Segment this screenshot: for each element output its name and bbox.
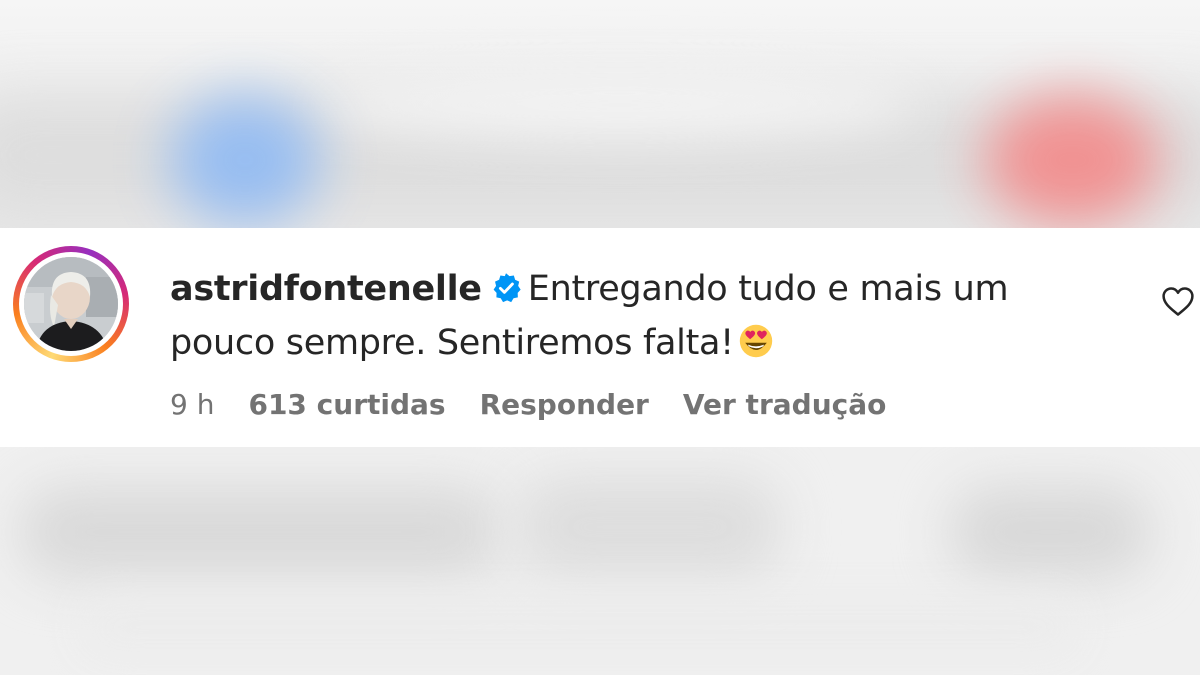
blurred-blue-shape [170,95,320,225]
username-link[interactable]: astridfontenelle [170,269,482,309]
translate-button[interactable]: Ver tradução [683,388,886,421]
screenshot-stage: astridfontenelle Entregando tudo e mais … [0,0,1200,675]
likes-count[interactable]: 613 curtidas [248,388,445,421]
blurred-background-top [0,0,1200,228]
comment-card: astridfontenelle Entregando tudo e mais … [0,228,1200,447]
comment-body: astridfontenelle Entregando tudo e mais … [170,262,1070,370]
blurred-shape [320,70,920,140]
blurred-background-bottom [0,447,1200,675]
avatar[interactable] [24,257,118,351]
avatar-photo [24,257,118,351]
comment-text-line-1: Entregando tudo e mais um [527,269,1009,309]
blurred-red-shape [985,95,1160,225]
verified-badge-icon [493,273,521,303]
blurred-shape [20,487,500,577]
blurred-shape [80,597,1080,657]
blurred-shape [950,487,1150,577]
heart-outline-icon[interactable] [1160,284,1196,320]
heart-eyes-emoji-icon [739,324,773,358]
comment-meta: 9 h 613 curtidas Responder Ver tradução [170,388,920,421]
avatar-gap [19,252,123,356]
comment-timestamp[interactable]: 9 h [170,388,214,421]
comment-text-line-2: pouco sempre. Sentiremos falta! [170,323,734,363]
blurred-shape [520,477,780,577]
story-ring[interactable] [13,246,129,362]
reply-button[interactable]: Responder [480,388,649,421]
